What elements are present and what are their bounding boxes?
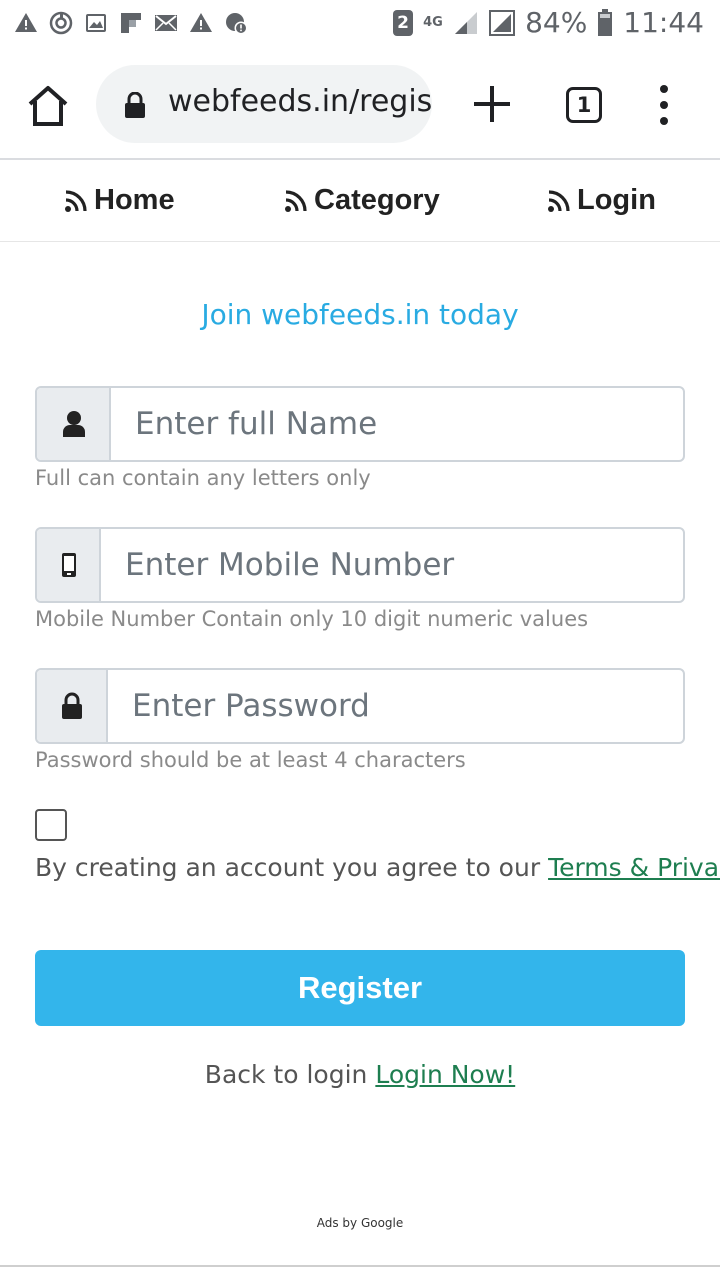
rss-icon	[65, 189, 87, 212]
password-input[interactable]	[108, 670, 683, 742]
network-type: 4G	[423, 15, 443, 30]
mobile-number-input[interactable]	[101, 529, 683, 601]
name-input-group	[35, 386, 685, 462]
lock-icon	[62, 692, 82, 719]
rss-icon	[548, 189, 570, 212]
back-to-login: Back to login Login Now!	[0, 1060, 720, 1089]
password-input-group	[35, 668, 685, 744]
settings-alert-icon	[226, 13, 248, 35]
clock: 11:44	[623, 6, 704, 39]
tab-switcher-button[interactable]: 1	[566, 87, 602, 123]
warning-icon	[190, 13, 212, 32]
signal-icon	[455, 11, 478, 34]
full-name-input[interactable]	[111, 388, 683, 460]
new-tab-icon[interactable]	[471, 83, 513, 125]
nav-home-link[interactable]: Home	[64, 184, 175, 217]
url-text: webfeeds.in/register	[168, 84, 432, 119]
nav-login-label: Login	[577, 184, 656, 216]
terms-checkbox[interactable]	[35, 809, 67, 841]
back-to-login-text: Back to login	[204, 1060, 376, 1089]
home-icon[interactable]	[24, 82, 72, 130]
login-now-link[interactable]: Login Now!	[375, 1060, 515, 1089]
address-bar[interactable]: webfeeds.in/register	[96, 65, 432, 143]
flipboard-icon	[121, 13, 141, 33]
user-icon	[63, 411, 85, 437]
mobile-addon	[37, 529, 101, 601]
bottom-divider	[0, 1265, 720, 1267]
terms-privacy-link[interactable]: Terms & Privacy	[548, 853, 720, 882]
mobile-phone-icon	[62, 553, 76, 577]
terms-text: By creating an account you agree to our	[35, 853, 549, 882]
lock-icon	[125, 92, 145, 118]
status-bar: 2 4G 84% 11:44	[0, 0, 720, 50]
page-title: Join webfeeds.in today	[201, 298, 519, 331]
nav-login-link[interactable]: Login	[547, 184, 656, 217]
name-addon	[37, 388, 111, 460]
name-help-text: Full can contain any letters only	[35, 466, 371, 490]
more-menu-icon[interactable]	[652, 84, 676, 126]
notification-icons	[14, 11, 248, 35]
nav-category-label: Category	[314, 184, 440, 216]
sim2-icon: 2	[393, 9, 414, 36]
mobile-input-group	[35, 527, 685, 603]
signal-boxed-icon	[489, 9, 516, 36]
register-button[interactable]: Register	[35, 950, 685, 1026]
nav-category-link[interactable]: Category	[284, 184, 440, 217]
site-nav: Home Category Login	[0, 162, 720, 242]
ads-label[interactable]: Ads by Google	[0, 1216, 720, 1230]
sync-icon	[49, 11, 73, 35]
nav-home-label: Home	[94, 184, 175, 216]
rss-icon	[285, 189, 307, 212]
system-indicators: 2 4G 84% 11:44	[393, 6, 704, 39]
password-help-text: Password should be at least 4 characters	[35, 748, 466, 772]
warning-icon	[15, 13, 37, 32]
mobile-help-text: Mobile Number Contain only 10 digit nume…	[35, 607, 589, 631]
battery-percent: 84%	[525, 6, 588, 39]
terms-agreement: By creating an account you agree to our …	[35, 853, 720, 882]
image-icon	[86, 14, 106, 32]
battery-icon	[598, 8, 613, 36]
mail-icon	[155, 15, 177, 31]
password-addon	[37, 670, 108, 742]
browser-toolbar: webfeeds.in/register 1	[0, 50, 720, 160]
